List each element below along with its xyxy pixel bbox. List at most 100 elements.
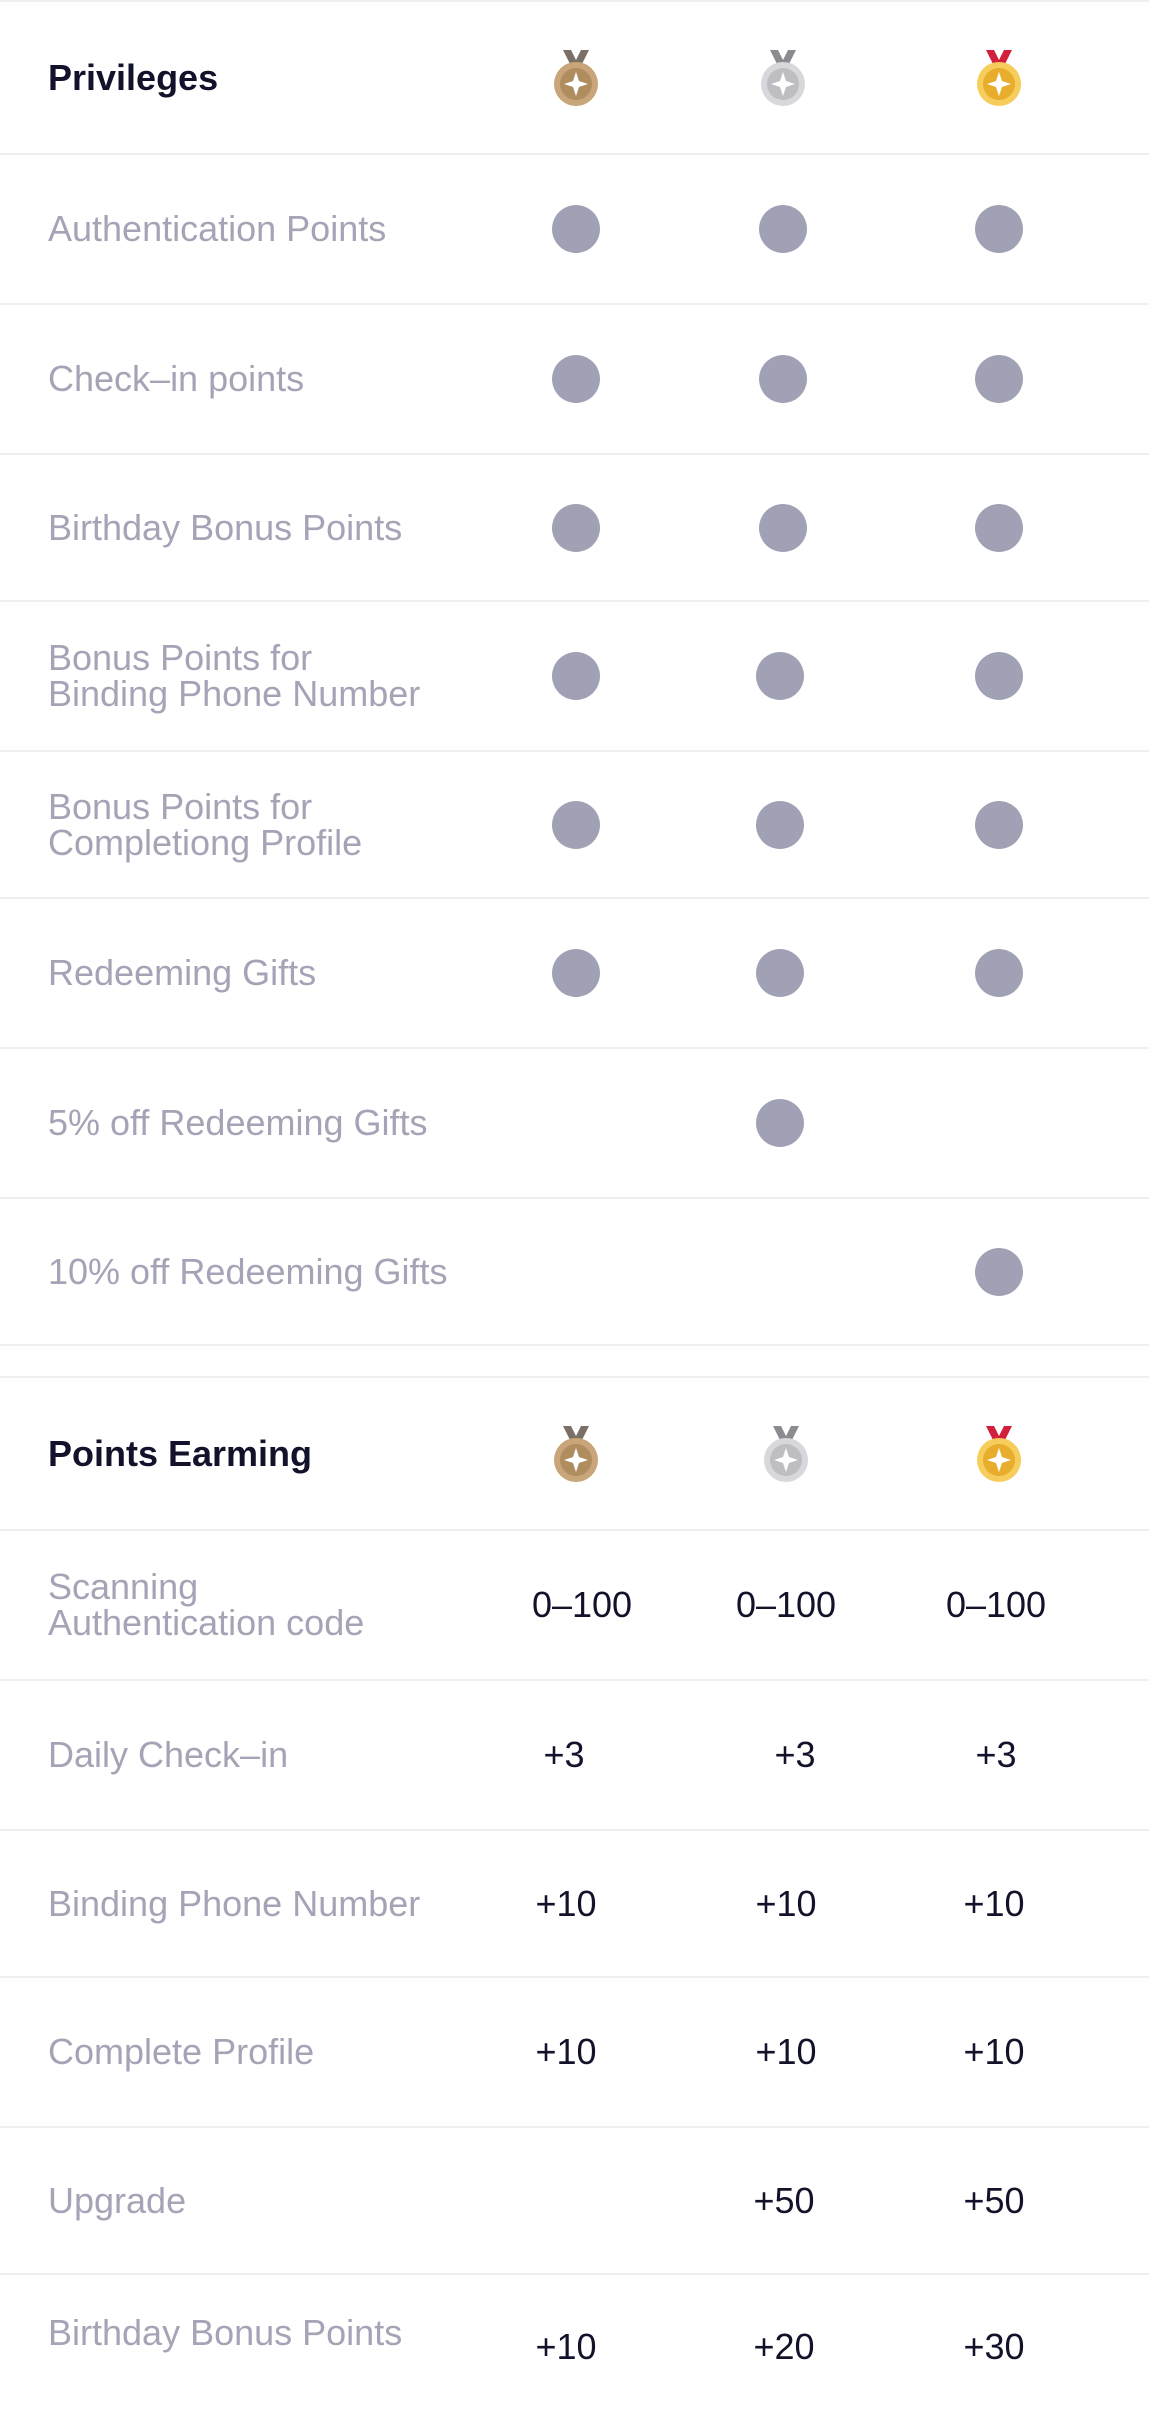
- bronze-points-value: +3: [543, 1734, 584, 1776]
- silver-points-value: +20: [753, 2326, 814, 2368]
- bronze-points-value: +10: [535, 2326, 596, 2368]
- points-value: 0–100: [735, 1584, 837, 1625]
- included-dot-icon: [552, 205, 600, 253]
- points-earning-title: Points Earming: [48, 1432, 313, 1474]
- earning-label: Upgrade: [48, 2179, 187, 2221]
- points-value: +10: [963, 1882, 1025, 1924]
- privilege-row: Authentication Points: [0, 155, 1149, 305]
- privilege-row: Bonus Points for Binding Phone Number: [0, 602, 1149, 752]
- bronze-points-value: 0–100: [532, 1584, 632, 1626]
- included-dot-icon: [759, 205, 807, 253]
- silver-included-indicator: [756, 949, 804, 997]
- gold-points-value: 0–100: [946, 1584, 1046, 1626]
- privilege-label: Birthday Bonus Points: [48, 506, 403, 548]
- earning-label: Complete Profile: [48, 2031, 315, 2072]
- included-dot-icon: [975, 205, 1023, 253]
- included-dot-icon: [975, 949, 1023, 997]
- silver-tier-column-header: [759, 1424, 813, 1484]
- included-dot-icon: [756, 652, 804, 700]
- silver-included-indicator: [759, 355, 807, 403]
- privilege-row: Bonus Points for Completiong Profile: [0, 752, 1149, 899]
- included-dot-icon: [552, 949, 600, 997]
- included-dot-icon: [552, 355, 600, 403]
- bronze-medal-icon: [554, 1425, 598, 1482]
- included-dot-icon: [759, 503, 807, 552]
- bronze-included-indicator: [552, 503, 600, 552]
- gold-tier-column-header: [972, 1424, 1026, 1484]
- privilege-label: Redeeming Gifts: [48, 952, 317, 993]
- earning-label: Binding Phone Number: [48, 1882, 421, 1924]
- bronze-included-indicator: [552, 355, 600, 403]
- earning-label: Birthday Bonus Points: [48, 2312, 403, 2353]
- included-dot-icon: [975, 1247, 1023, 1296]
- privilege-label: Bonus Points for Binding Phone Number: [48, 637, 421, 714]
- gold-points-value: +30: [963, 2326, 1024, 2368]
- privileges-section: Privileges Authentication Points Check–i…: [0, 0, 1149, 1346]
- silver-points-value: +50: [753, 2180, 814, 2222]
- silver-points-value: +10: [755, 2031, 816, 2073]
- gold-points-value: +10: [963, 2031, 1024, 2073]
- bronze-points-value: +10: [535, 1883, 596, 1925]
- included-dot-icon: [756, 1099, 804, 1147]
- earning-row: Complete Profile +10 +10 +10: [0, 1978, 1149, 2128]
- earning-row: Daily Check–in +3 +3 +3: [0, 1681, 1149, 1831]
- earning-row: Scanning Authentication code 0–100 0–100…: [0, 1531, 1149, 1681]
- earning-label: Daily Check–in: [48, 1734, 289, 1775]
- silver-included-indicator: [756, 800, 804, 849]
- included-dot-icon: [756, 949, 804, 997]
- included-dot-icon: [552, 800, 600, 849]
- points-value: +10: [963, 2031, 1025, 2072]
- gold-medal-icon: [977, 49, 1021, 106]
- silver-points-value: +10: [755, 1883, 816, 1925]
- gold-included-indicator: [975, 355, 1023, 403]
- privileges-header-row: Privileges: [0, 0, 1149, 155]
- privilege-label: Check–in points: [48, 358, 305, 399]
- silver-included-indicator: [759, 503, 807, 552]
- earning-row: Binding Phone Number +10 +10 +10: [0, 1831, 1149, 1978]
- silver-points-value: 0–100: [736, 1584, 836, 1626]
- bronze-points-value: +10: [535, 2031, 596, 2073]
- points-earning-header-row: Points Earming: [0, 1376, 1149, 1531]
- points-earning-section: Points Earming Scanning Authentication c…: [0, 1376, 1149, 2420]
- privilege-row: 5% off Redeeming Gifts: [0, 1049, 1149, 1199]
- points-value: +30: [963, 2326, 1025, 2367]
- included-dot-icon: [975, 652, 1023, 700]
- points-value: +10: [535, 2326, 597, 2367]
- earning-label: Scanning Authentication code: [48, 1566, 365, 1643]
- bronze-tier-column-header: [549, 1424, 603, 1484]
- gold-included-indicator: [975, 949, 1023, 997]
- gold-medal-icon: [977, 1425, 1021, 1482]
- silver-points-value: +3: [774, 1734, 815, 1776]
- silver-tier-column-header: [756, 48, 810, 108]
- points-value: +50: [963, 2179, 1025, 2221]
- points-value: +10: [755, 1882, 817, 1924]
- gold-included-indicator: [975, 205, 1023, 253]
- points-value: +50: [753, 2179, 815, 2221]
- bronze-included-indicator: [552, 652, 600, 700]
- silver-medal-icon: [761, 49, 805, 106]
- bronze-tier-column-header: [549, 48, 603, 108]
- points-value: +3: [543, 1734, 585, 1775]
- included-dot-icon: [975, 355, 1023, 403]
- included-dot-icon: [552, 503, 600, 552]
- privilege-label: Bonus Points for Completiong Profile: [48, 785, 363, 863]
- gold-included-indicator: [975, 1247, 1023, 1296]
- earning-row: Birthday Bonus Points +10 +20 +30: [0, 2275, 1149, 2420]
- silver-included-indicator: [756, 652, 804, 700]
- bronze-included-indicator: [552, 205, 600, 253]
- privilege-label: 5% off Redeeming Gifts: [48, 1102, 428, 1143]
- points-value: +10: [535, 1882, 597, 1924]
- privileges-title: Privileges: [48, 56, 219, 98]
- gold-points-value: +10: [963, 1883, 1024, 1925]
- points-value: +20: [753, 2326, 815, 2367]
- gold-points-value: +3: [975, 1734, 1016, 1776]
- gold-tier-column-header: [972, 48, 1026, 108]
- points-value: +10: [535, 2031, 597, 2072]
- earning-row: Upgrade +50 +50: [0, 2128, 1149, 2275]
- included-dot-icon: [759, 355, 807, 403]
- included-dot-icon: [552, 652, 600, 700]
- included-dot-icon: [756, 800, 804, 849]
- points-value: +10: [755, 2031, 817, 2072]
- bronze-included-indicator: [552, 800, 600, 849]
- points-value: +3: [774, 1734, 816, 1775]
